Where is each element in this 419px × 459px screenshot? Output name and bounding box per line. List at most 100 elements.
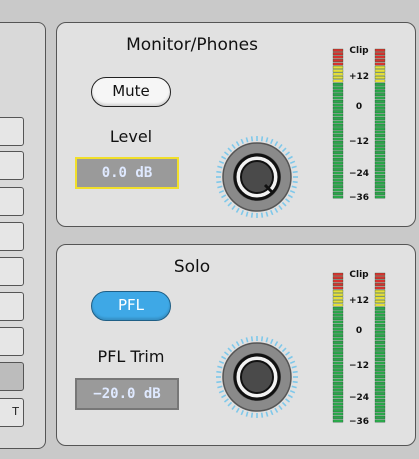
- knob-tick: [270, 138, 274, 145]
- meter-segment: [332, 110, 344, 114]
- knob-tick: [250, 336, 254, 342]
- meter-segment: [332, 123, 344, 127]
- monitor-level-knob[interactable]: [207, 127, 307, 227]
- meter-segment: [332, 96, 344, 100]
- meter-segment: [332, 419, 344, 423]
- mute-button[interactable]: Mute: [91, 77, 171, 107]
- knob-tick: [245, 337, 249, 343]
- meter-segment: [332, 296, 344, 300]
- meter-segment: [332, 113, 344, 117]
- meter-segment: [332, 405, 344, 409]
- knob-tick: [281, 201, 287, 207]
- knob-tick: [289, 360, 296, 364]
- knob-tick: [274, 207, 279, 213]
- pfl-trim-knob[interactable]: [207, 327, 307, 427]
- level-label: Level: [109, 127, 153, 146]
- meter-segment: [374, 378, 386, 382]
- knob-tick: [250, 412, 254, 418]
- left-panel-button[interactable]: [0, 222, 24, 251]
- meter-segment: [332, 361, 344, 365]
- meter-segment: [332, 130, 344, 134]
- knob-tick: [221, 355, 227, 360]
- left-panel-button[interactable]: [0, 257, 24, 286]
- meter-segment: [332, 117, 344, 120]
- meter-segment: [374, 157, 386, 161]
- knob-tick: [231, 343, 236, 349]
- knob-tick: [291, 165, 297, 169]
- meter-segment: [332, 388, 344, 392]
- meter-segment: [332, 192, 344, 195]
- meter-segment: [374, 310, 386, 314]
- meter-segment: [332, 164, 344, 168]
- left-panel-button[interactable]: [0, 117, 24, 146]
- meter-segment: [374, 381, 386, 385]
- meter-segment: [374, 416, 386, 419]
- meter-scale-label: 0: [356, 326, 362, 336]
- meter-segment: [374, 117, 386, 120]
- meter-segment: [374, 181, 386, 185]
- left-panel-button[interactable]: T: [0, 398, 24, 427]
- meter-segment: [374, 344, 386, 348]
- pfl-trim-label: PFL Trim: [97, 347, 165, 366]
- meter-segment: [374, 151, 386, 155]
- knob-tick: [260, 336, 264, 342]
- knob-tick: [231, 405, 236, 411]
- knob-tick: [235, 141, 240, 147]
- knob-tick: [287, 155, 293, 160]
- knob-tick: [216, 380, 222, 384]
- meter-segment: [332, 65, 344, 69]
- meter-segment: [332, 140, 344, 144]
- meter-segment: [332, 72, 344, 76]
- knob-tick: [285, 198, 291, 203]
- meter-segment: [332, 185, 344, 189]
- meter-segment: [332, 171, 344, 175]
- knob-tick: [250, 212, 254, 218]
- meter-segment: [332, 358, 344, 361]
- knob-tick: [217, 365, 223, 369]
- left-panel-button[interactable]: [0, 292, 24, 321]
- meter-segment: [332, 55, 344, 59]
- meter-segment: [332, 364, 344, 368]
- knob-tick: [281, 401, 287, 407]
- pfl-button[interactable]: PFL: [91, 291, 171, 321]
- meter-segment: [374, 164, 386, 168]
- meter-segment: [374, 62, 386, 66]
- knob-tick: [292, 170, 298, 174]
- knob-tick: [216, 370, 222, 374]
- meter-segment: [374, 313, 386, 317]
- knob-tick: [235, 407, 240, 413]
- meter-segment: [332, 103, 344, 107]
- level-readout[interactable]: 0.0 dB: [75, 157, 179, 189]
- meter-segment: [332, 144, 344, 148]
- meter-segment: [332, 137, 344, 141]
- meter-segment: [332, 99, 344, 103]
- pfl-trim-readout[interactable]: −20.0 dB: [75, 378, 179, 410]
- meter-segment: [332, 62, 344, 66]
- meter-segment: [332, 320, 344, 324]
- meter-segment: [332, 371, 344, 375]
- knob-tick: [216, 170, 222, 174]
- knob-tick: [281, 347, 287, 353]
- knob-tick: [227, 147, 233, 153]
- meter-segment: [374, 171, 386, 175]
- knob-tick: [223, 151, 229, 156]
- knob-tick: [278, 343, 283, 349]
- meter-segment: [374, 341, 386, 344]
- meter-segment: [332, 347, 344, 351]
- left-panel-button[interactable]: [0, 187, 24, 216]
- meter-segment: [374, 276, 386, 280]
- left-panel-button[interactable]: [0, 327, 24, 356]
- meter-segment: [332, 385, 344, 389]
- meter-segment: [374, 272, 386, 276]
- monitor-panel-title: Monitor/Phones: [126, 35, 258, 55]
- left-panel-button[interactable]: [0, 151, 24, 180]
- meter-segment: [374, 106, 386, 110]
- knob-tick: [260, 412, 264, 418]
- meter-segment: [332, 106, 344, 110]
- meter-segment: [332, 69, 344, 73]
- meter-segment: [374, 317, 386, 321]
- knob-tick: [285, 151, 291, 156]
- left-panel-button[interactable]: [0, 362, 24, 391]
- solo-panel: Solo PFL PFL Trim −20.0 dB Clip +12 0 −12 −2…: [56, 244, 416, 446]
- knob-tick: [285, 351, 291, 356]
